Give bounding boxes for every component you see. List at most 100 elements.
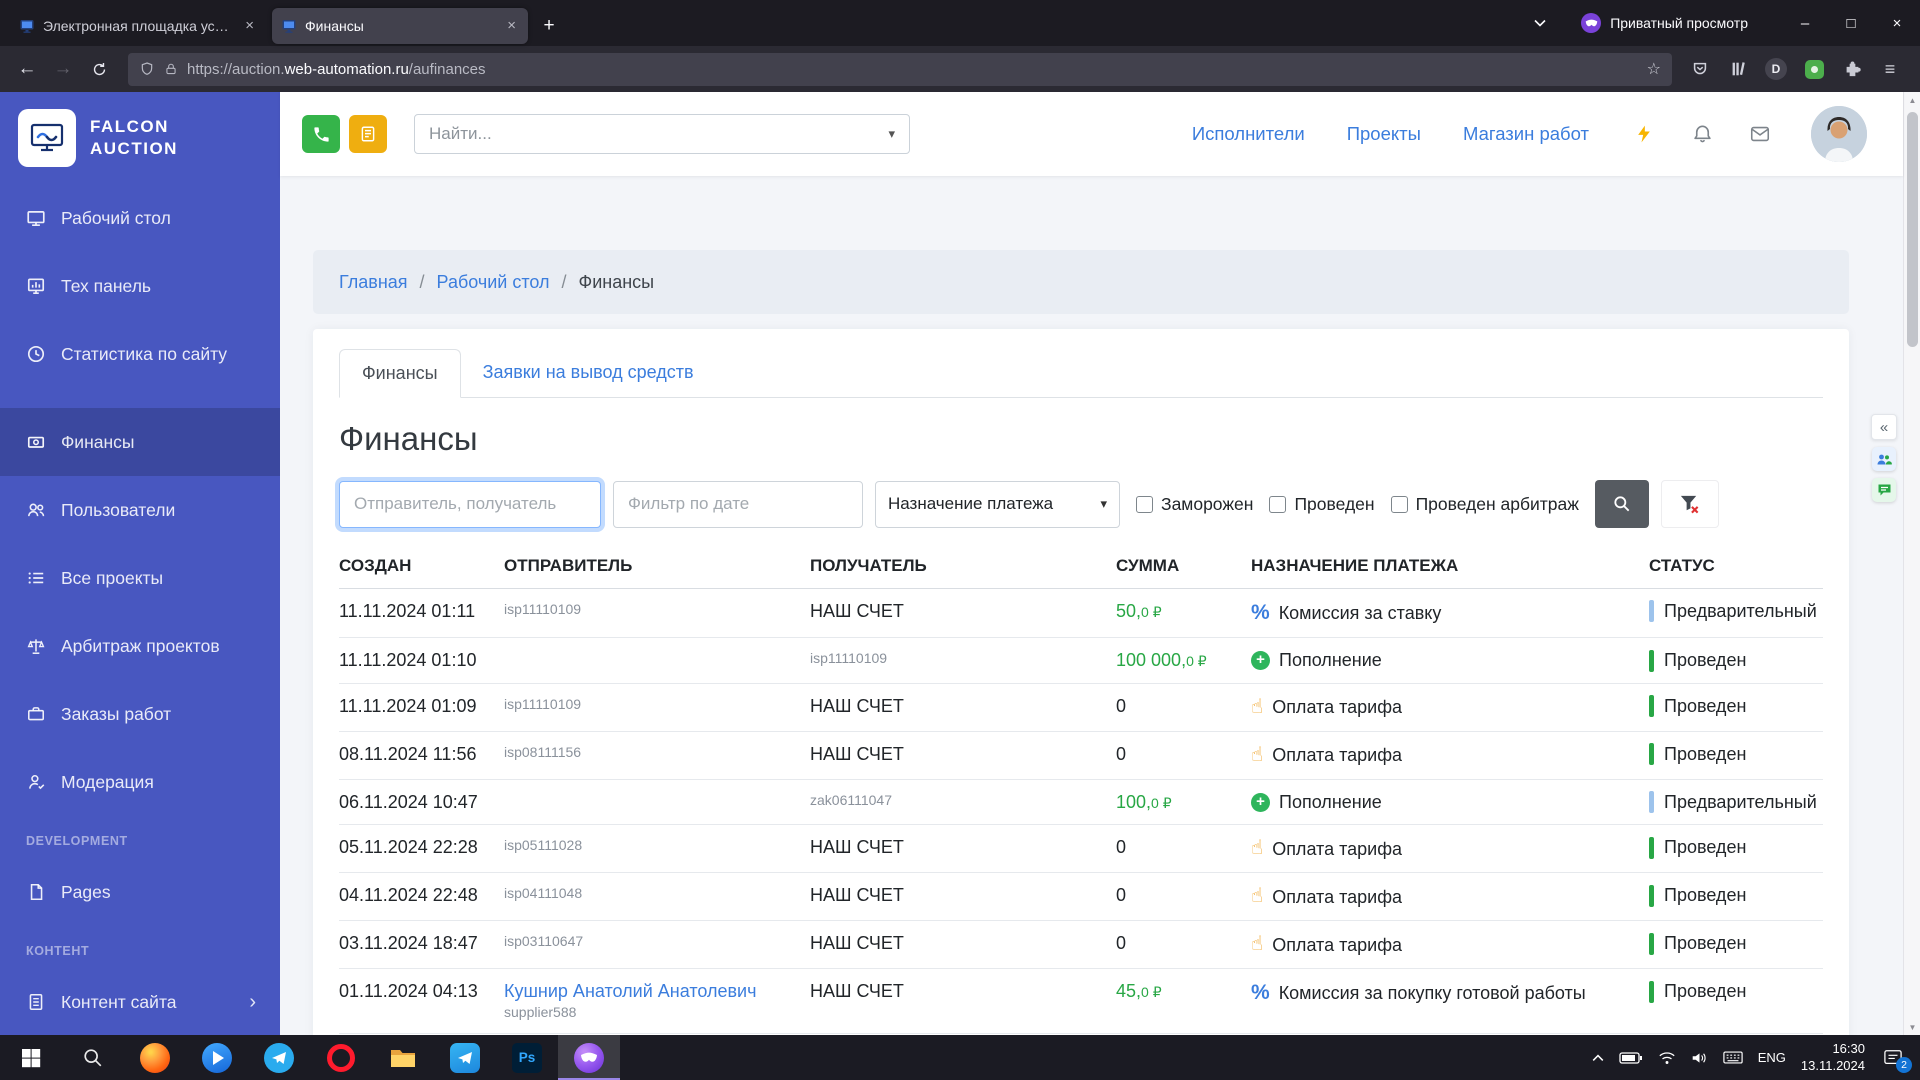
- nav-link-projects[interactable]: Проекты: [1347, 123, 1421, 145]
- action-center-button[interactable]: 2: [1880, 1046, 1906, 1070]
- sidebar-item-moderation[interactable]: Модерация: [0, 748, 280, 816]
- phone-button[interactable]: [302, 115, 340, 153]
- menu-hamburger-icon[interactable]: ≡: [1874, 53, 1906, 85]
- cell-created: 11.11.2024 01:09: [339, 683, 504, 731]
- search-button[interactable]: [1595, 480, 1649, 528]
- cell-status: Проведен: [1649, 1033, 1823, 1035]
- forward-icon[interactable]: →: [46, 53, 80, 85]
- battery-icon[interactable]: [1619, 1051, 1643, 1065]
- volume-icon[interactable]: [1691, 1051, 1708, 1065]
- taskbar-photoshop-icon[interactable]: [496, 1035, 558, 1080]
- library-icon[interactable]: [1722, 53, 1754, 85]
- lock-icon[interactable]: [164, 62, 178, 77]
- payment-purpose-select[interactable]: Назначение платежа ▾: [875, 481, 1120, 528]
- cell-sender: isp08111156: [504, 731, 810, 779]
- tab-close-icon[interactable]: ×: [242, 17, 257, 34]
- browser-tab-2-active[interactable]: Финансы ×: [272, 8, 528, 44]
- scrollbar-up-arrow[interactable]: ▲: [1904, 92, 1920, 108]
- scrollbar-down-arrow[interactable]: ▼: [1904, 1019, 1920, 1035]
- checkbox-frozen[interactable]: Заморожен: [1136, 494, 1253, 515]
- window-minimize-button[interactable]: –: [1782, 0, 1828, 46]
- tab-title: Финансы: [305, 18, 496, 34]
- taskbar-media-player-icon[interactable]: [186, 1035, 248, 1080]
- sidebar-item-site-content[interactable]: Контент сайта ›: [0, 968, 280, 1035]
- user-avatar[interactable]: [1811, 106, 1867, 162]
- taskbar-opera-icon[interactable]: [310, 1035, 372, 1080]
- cell-amount: 100 000,0 ₽: [1116, 638, 1251, 684]
- wifi-icon[interactable]: [1658, 1051, 1676, 1065]
- shield-icon[interactable]: [139, 61, 155, 77]
- frozen-checkbox[interactable]: [1136, 496, 1153, 513]
- taskbar-clock[interactable]: 16:30 13.11.2024: [1801, 1041, 1865, 1075]
- extension-green-icon[interactable]: [1798, 53, 1830, 85]
- bookmark-star-icon[interactable]: ☆: [1647, 59, 1661, 79]
- reload-icon[interactable]: [82, 53, 116, 85]
- new-tab-button[interactable]: +: [534, 11, 564, 41]
- back-icon[interactable]: ←: [10, 53, 44, 85]
- arbitrage-completed-checkbox[interactable]: [1391, 496, 1408, 513]
- nav-link-performers[interactable]: Исполнители: [1192, 123, 1305, 145]
- cell-amount: 0: [1116, 683, 1251, 731]
- sidebar-item-pages[interactable]: Pages: [0, 858, 280, 926]
- window-maximize-button[interactable]: □: [1828, 0, 1874, 46]
- completed-checkbox[interactable]: [1269, 496, 1286, 513]
- taskbar-file-explorer-icon[interactable]: [372, 1035, 434, 1080]
- collapse-panel-button[interactable]: «: [1871, 414, 1897, 440]
- taskbar-telegram-icon[interactable]: [248, 1035, 310, 1080]
- tab-finances[interactable]: Финансы: [339, 349, 461, 398]
- language-indicator[interactable]: ENG: [1758, 1050, 1786, 1065]
- page-scrollbar[interactable]: ▲ ▼: [1903, 92, 1920, 1035]
- checkbox-arbitrage-completed[interactable]: Проведен арбитраж: [1391, 494, 1579, 515]
- date-filter-input[interactable]: [613, 481, 863, 528]
- extension-d-icon[interactable]: [1760, 53, 1792, 85]
- lightning-icon[interactable]: [1631, 121, 1657, 147]
- bell-icon[interactable]: [1689, 121, 1715, 147]
- breadcrumb-home[interactable]: Главная: [339, 272, 408, 293]
- sender-username: supplier588: [504, 1003, 800, 1022]
- start-button[interactable]: [0, 1035, 62, 1080]
- sidebar-item-tech-panel[interactable]: Тех панель: [0, 252, 280, 320]
- checkbox-completed[interactable]: Проведен: [1269, 494, 1374, 515]
- envelope-icon[interactable]: [1747, 121, 1773, 147]
- private-browsing-label: Приватный просмотр: [1610, 15, 1748, 31]
- touch-keyboard-icon[interactable]: [1723, 1051, 1743, 1064]
- chat-widget-icon[interactable]: [1872, 478, 1896, 502]
- breadcrumb-desktop[interactable]: Рабочий стол: [408, 272, 550, 293]
- list-all-tabs-icon[interactable]: [1525, 19, 1555, 27]
- document-icon: [26, 992, 46, 1012]
- sidebar-item-finances[interactable]: Финансы: [0, 408, 280, 476]
- global-search-combobox[interactable]: Найти... ▾: [414, 114, 910, 154]
- clear-filters-button[interactable]: [1661, 480, 1719, 528]
- tray-chevron-up-icon[interactable]: [1592, 1054, 1604, 1062]
- extensions-puzzle-icon[interactable]: [1836, 53, 1868, 85]
- table-row: 08.11.2024 11:56 isp08111156 НАШ СЧЕТ 0 …: [339, 731, 1823, 779]
- taskbar-firefox-private-icon[interactable]: [558, 1035, 620, 1080]
- tab-withdrawal-requests[interactable]: Заявки на вывод средств: [461, 349, 716, 398]
- nav-link-work-shop[interactable]: Магазин работ: [1463, 123, 1589, 145]
- scrollbar-thumb[interactable]: [1907, 112, 1918, 347]
- participant-filter-input[interactable]: [339, 481, 601, 528]
- journal-button[interactable]: [349, 115, 387, 153]
- user-check-icon: [26, 772, 46, 792]
- pocket-icon[interactable]: [1684, 53, 1716, 85]
- sidebar-item-all-projects[interactable]: Все проекты: [0, 544, 280, 612]
- tab-close-icon[interactable]: ×: [504, 17, 519, 34]
- online-users-widget-icon[interactable]: [1872, 447, 1896, 471]
- amount: 100 000,0 ₽: [1116, 650, 1207, 670]
- col-sender: ОТПРАВИТЕЛЬ: [504, 546, 810, 589]
- sidebar-item-work-orders[interactable]: Заказы работ: [0, 680, 280, 748]
- taskbar-firefox-icon[interactable]: [124, 1035, 186, 1080]
- brand-logo-block[interactable]: FALCON AUCTION: [0, 92, 280, 184]
- taskbar-messenger-icon[interactable]: [434, 1035, 496, 1080]
- sidebar-item-users[interactable]: Пользователи: [0, 476, 280, 544]
- browser-tab-1[interactable]: Электронная площадка услуг ×: [10, 8, 266, 44]
- sender-link[interactable]: Кушнир Анатолий Анатолевич: [504, 980, 800, 1003]
- sidebar-item-arbitrage[interactable]: Арбитраж проектов: [0, 612, 280, 680]
- taskbar-search-button[interactable]: [62, 1035, 124, 1080]
- url-bar[interactable]: https://auction.web-automation.ru/aufina…: [128, 53, 1672, 86]
- window-close-button[interactable]: ×: [1874, 0, 1920, 46]
- sidebar-item-desktop[interactable]: Рабочий стол: [0, 184, 280, 252]
- sidebar-item-site-stats[interactable]: Статистика по сайту: [0, 320, 280, 388]
- cell-amount: 450,0 ₽: [1116, 1033, 1251, 1035]
- hand-icon: [1251, 836, 1263, 861]
